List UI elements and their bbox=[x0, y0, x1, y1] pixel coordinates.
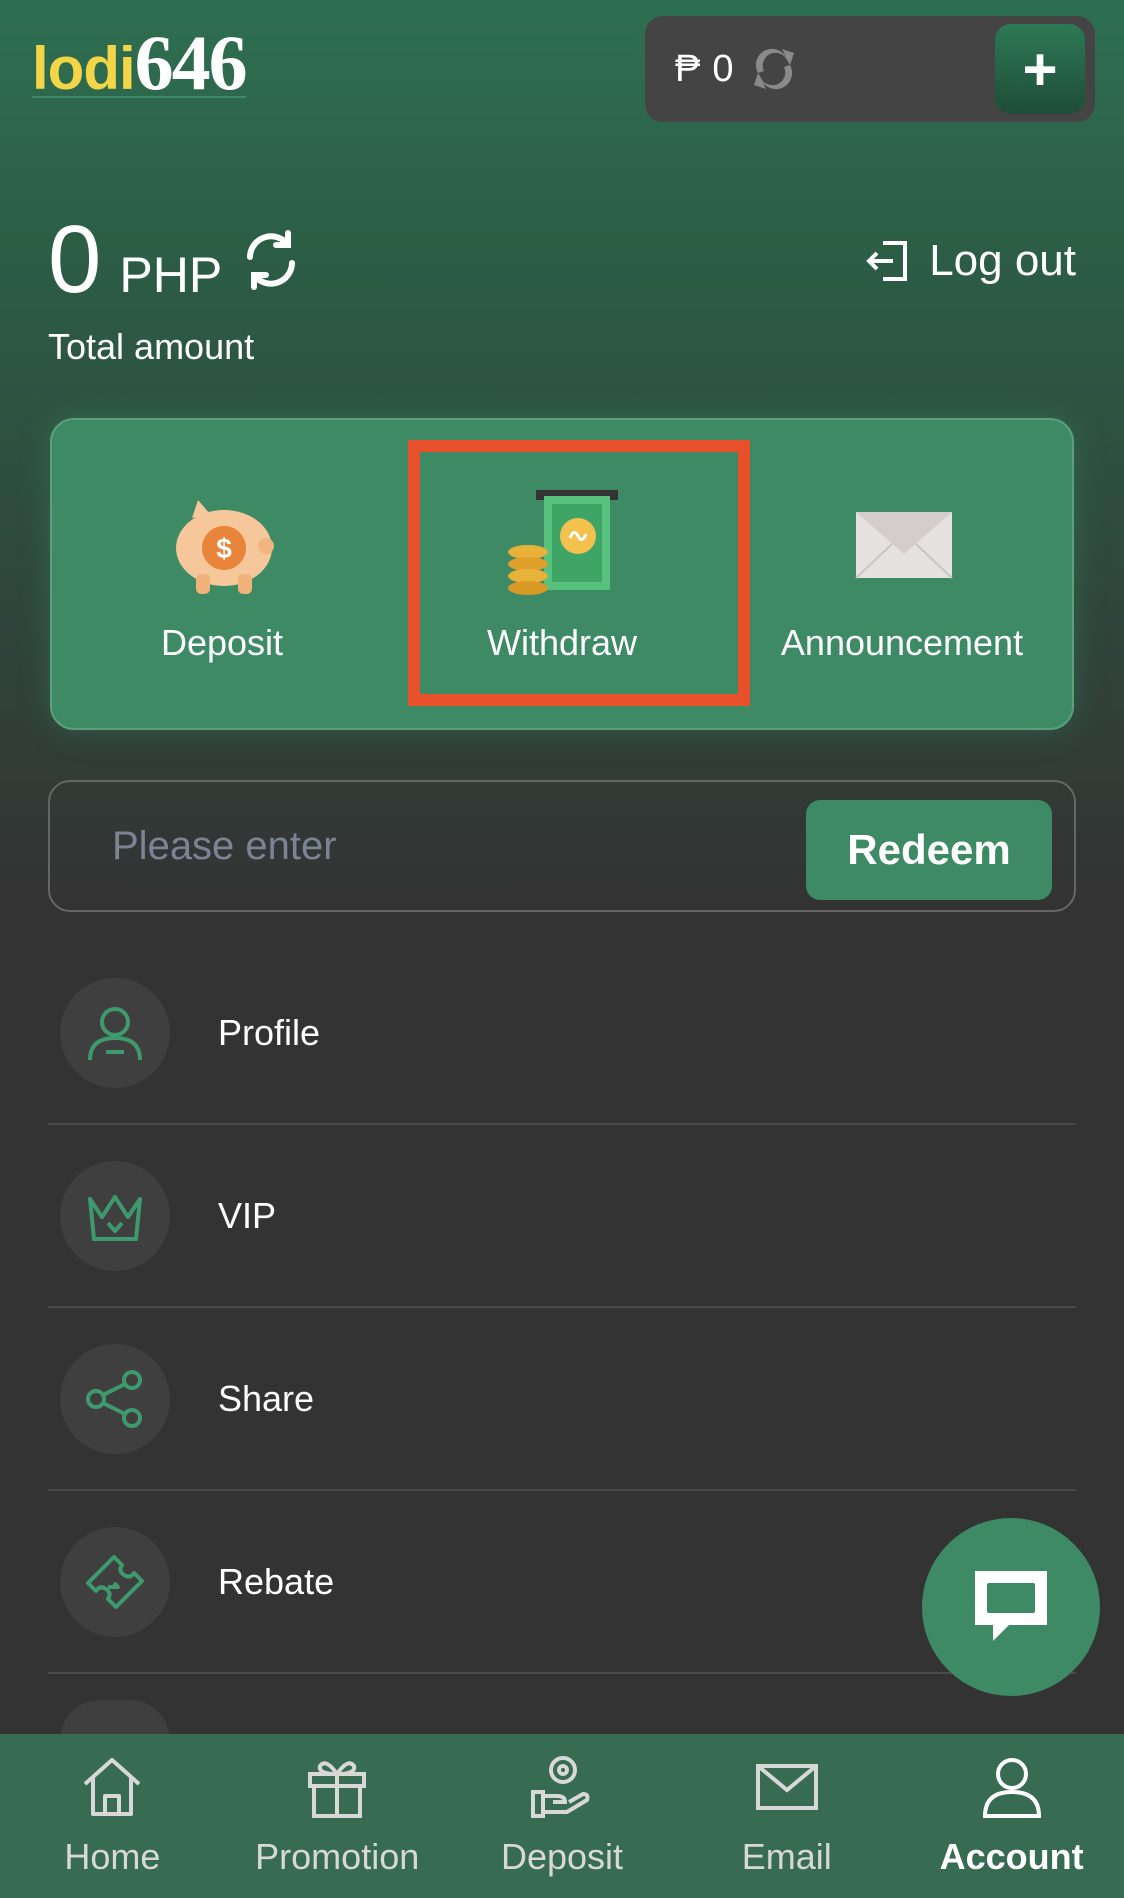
piggy-bank-icon: $ bbox=[162, 490, 282, 600]
brand-logo[interactable]: lodi 646 bbox=[32, 18, 248, 106]
wallet-amount: 0 bbox=[712, 47, 734, 90]
balance-refresh-icon[interactable] bbox=[238, 227, 304, 293]
wallet-currency-symbol: ₱ bbox=[675, 47, 701, 90]
share-icon bbox=[60, 1343, 170, 1454]
envelope-icon bbox=[842, 490, 962, 600]
menu-item-profile[interactable]: Profile bbox=[48, 942, 1076, 1125]
hand-coin-icon bbox=[530, 1756, 590, 1818]
logout-button[interactable]: Log out bbox=[865, 236, 1076, 286]
logout-icon bbox=[866, 241, 908, 281]
logout-label: Log out bbox=[929, 236, 1076, 285]
gift-icon bbox=[308, 1761, 367, 1818]
menu-item-rebate[interactable]: Rebate bbox=[48, 1491, 1076, 1674]
total-balance: 0 PHP bbox=[48, 212, 304, 308]
menu-item-share[interactable]: Share bbox=[48, 1308, 1076, 1491]
nav-account[interactable]: Account bbox=[899, 1734, 1124, 1898]
action-announcement-label: Announcement bbox=[780, 622, 1024, 663]
menu-item-profile-label: Profile bbox=[218, 1011, 321, 1053]
balance-currency: PHP bbox=[119, 247, 223, 303]
ticket-icon bbox=[60, 1526, 170, 1637]
nav-deposit-label: Deposit bbox=[500, 1836, 624, 1877]
wallet-balance-bar: ₱ 0 + bbox=[645, 16, 1095, 122]
menu-item-vip-label: VIP bbox=[218, 1194, 277, 1236]
action-deposit-label: Deposit bbox=[160, 622, 284, 663]
profile-icon bbox=[60, 977, 170, 1088]
nav-account-label: Account bbox=[939, 1836, 1084, 1877]
envelope-icon bbox=[755, 1764, 818, 1810]
nav-home[interactable]: Home bbox=[0, 1734, 225, 1898]
nav-email-label: Email bbox=[741, 1836, 832, 1877]
account-menu-list: Profile VIP Share Rebate bbox=[48, 942, 1076, 1674]
balance-amount: 0 bbox=[48, 206, 102, 313]
logo-text-number: 646 bbox=[134, 19, 248, 106]
crown-icon bbox=[60, 1160, 170, 1271]
nav-promotion-label: Promotion bbox=[255, 1836, 420, 1877]
redeem-button[interactable]: Redeem bbox=[806, 800, 1052, 900]
nav-promotion[interactable]: Promotion bbox=[225, 1734, 450, 1898]
wallet-refresh-icon[interactable] bbox=[748, 43, 800, 95]
menu-item-share-label: Share bbox=[218, 1377, 315, 1419]
menu-item-rebate-label: Rebate bbox=[218, 1560, 335, 1602]
redeem-code-box: Redeem bbox=[48, 780, 1076, 912]
chat-bubble-icon bbox=[975, 1571, 1047, 1641]
svg-text:$: $ bbox=[216, 533, 232, 564]
bottom-nav: Home Promotion Deposit Email Account bbox=[0, 1734, 1124, 1898]
logo-text-lodi: lodi bbox=[32, 35, 136, 102]
action-deposit[interactable]: $ Deposit bbox=[52, 420, 392, 728]
withdraw-highlight-box bbox=[408, 440, 750, 706]
nav-deposit[interactable]: Deposit bbox=[450, 1734, 675, 1898]
nav-email[interactable]: Email bbox=[674, 1734, 899, 1898]
redeem-code-input[interactable] bbox=[70, 800, 810, 892]
nav-home-label: Home bbox=[64, 1836, 161, 1877]
home-icon bbox=[84, 1758, 141, 1816]
live-chat-button[interactable] bbox=[922, 1518, 1100, 1696]
action-announcement[interactable]: Announcement bbox=[732, 420, 1072, 728]
add-funds-button[interactable]: + bbox=[995, 24, 1085, 114]
menu-item-vip[interactable]: VIP bbox=[48, 1125, 1076, 1308]
total-amount-label: Total amount bbox=[48, 326, 255, 367]
user-icon bbox=[982, 1758, 1041, 1818]
